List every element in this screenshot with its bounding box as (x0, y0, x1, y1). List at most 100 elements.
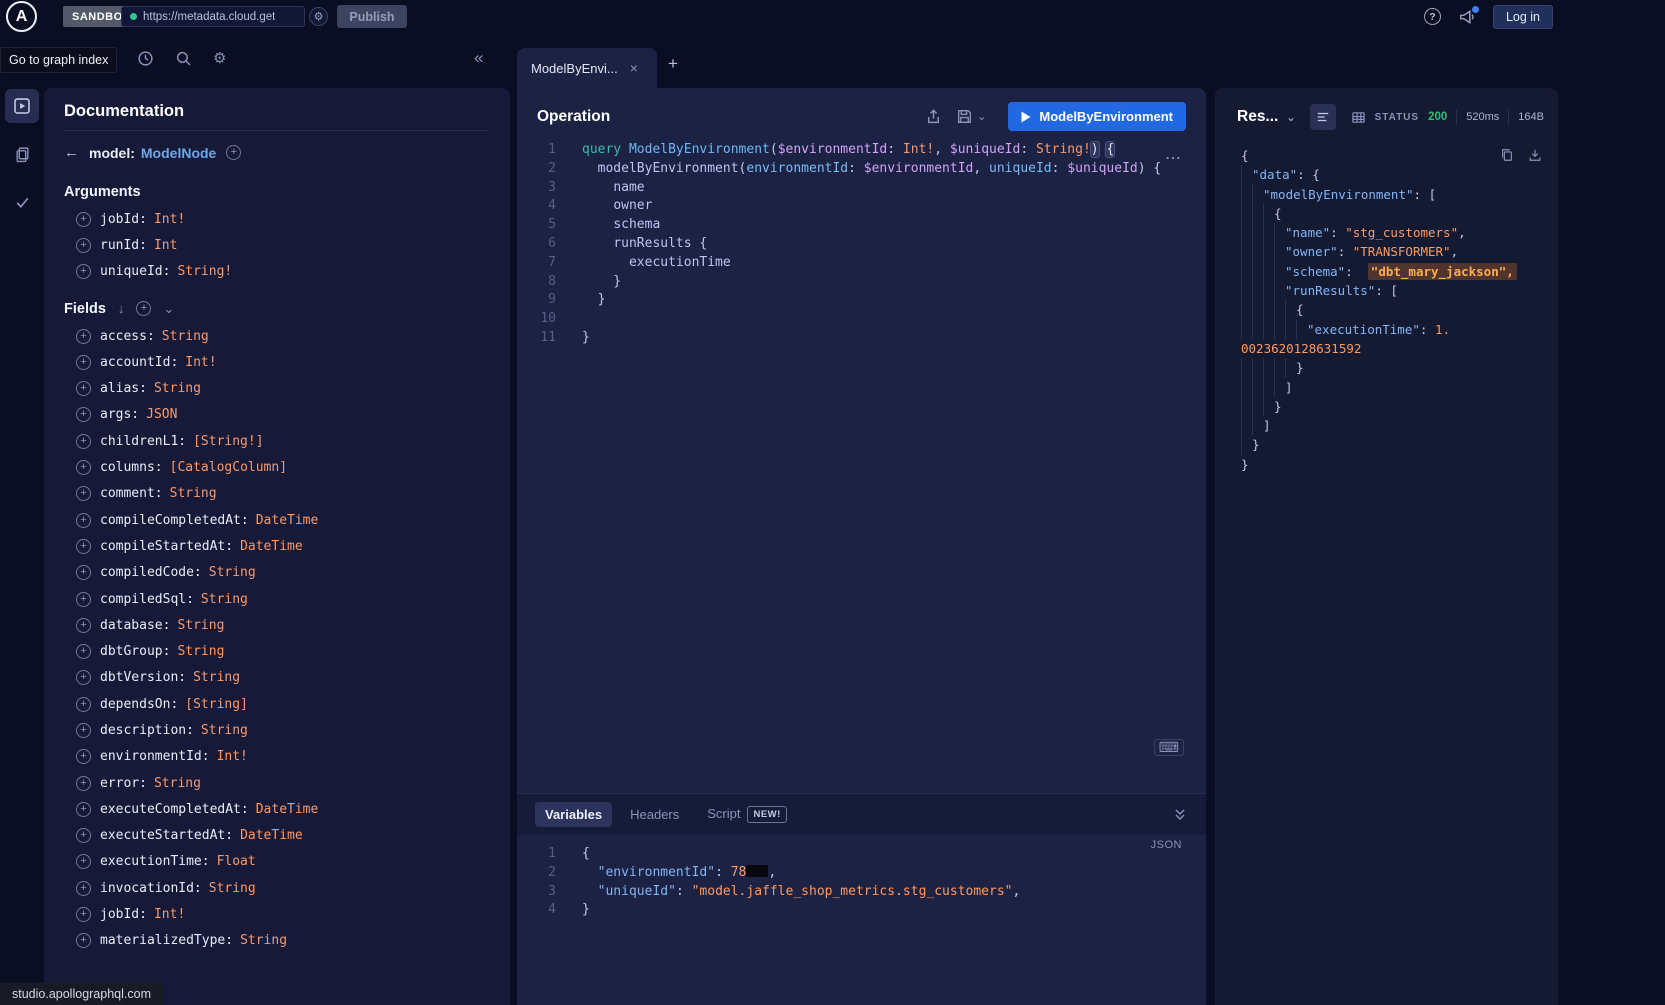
field-type-link[interactable]: Int! (154, 907, 185, 922)
field-type-link[interactable]: DateTime (240, 828, 303, 843)
copy-response-icon[interactable] (1500, 148, 1514, 162)
add-to-query-button[interactable]: + (76, 670, 91, 685)
doc-field-row[interactable]: +alias:String (64, 375, 488, 401)
breadcrumb-type-link[interactable]: ModelNode (141, 145, 216, 161)
doc-field-row[interactable]: +compiledCode:String (64, 560, 488, 586)
field-type-link[interactable]: Int! (217, 749, 248, 764)
add-to-query-button[interactable]: + (76, 212, 91, 227)
field-type-link[interactable]: Float (217, 854, 256, 869)
save-icon[interactable] (956, 108, 973, 125)
add-to-query-button[interactable]: + (76, 264, 91, 279)
download-response-icon[interactable] (1528, 148, 1542, 162)
overflow-menu-icon[interactable]: ⋯ (1165, 148, 1182, 168)
history-icon[interactable] (137, 50, 154, 67)
add-type-button[interactable]: + (226, 145, 241, 160)
response-dropdown[interactable]: Res... ⌄ (1237, 108, 1296, 126)
field-type-link[interactable]: String (240, 933, 287, 948)
endpoint-settings-button[interactable]: ⚙ (309, 7, 328, 26)
field-type-link[interactable]: String (201, 723, 248, 738)
add-to-query-button[interactable]: + (76, 513, 91, 528)
field-type-link[interactable]: Int! (154, 212, 185, 227)
add-to-query-button[interactable]: + (76, 238, 91, 253)
doc-field-row[interactable]: +executeStartedAt:DateTime (64, 823, 488, 849)
add-to-query-button[interactable]: + (76, 460, 91, 475)
fields-chevron-icon[interactable]: ⌄ (163, 301, 174, 317)
add-to-query-button[interactable]: + (76, 381, 91, 396)
collapse-docs-button[interactable]: « (474, 48, 483, 68)
field-type-link[interactable]: String (201, 592, 248, 607)
doc-field-row[interactable]: +compiledSql:String (64, 586, 488, 612)
field-type-link[interactable]: String (170, 486, 217, 501)
endpoint-url-input[interactable]: https://metadata.cloud.get (121, 6, 305, 27)
add-to-query-button[interactable]: + (76, 776, 91, 791)
field-type-link[interactable]: String (193, 670, 240, 685)
add-to-query-button[interactable]: + (76, 592, 91, 607)
close-tab-icon[interactable]: × (630, 60, 638, 76)
add-to-query-button[interactable]: + (76, 644, 91, 659)
save-chevron-icon[interactable]: ⌄ (977, 110, 986, 123)
field-type-link[interactable]: [CatalogColumn] (170, 460, 287, 475)
field-type-link[interactable]: String (177, 618, 224, 633)
help-icon[interactable]: ? (1424, 8, 1441, 25)
operation-editor[interactable]: 1query ModelByEnvironment($environmentId… (517, 141, 1206, 348)
tab-variables[interactable]: Variables (535, 802, 612, 827)
add-to-query-button[interactable]: + (76, 723, 91, 738)
add-to-query-button[interactable]: + (76, 697, 91, 712)
doc-field-row[interactable]: +accountId:Int! (64, 349, 488, 375)
add-to-query-button[interactable]: + (76, 802, 91, 817)
doc-field-row[interactable]: +compileCompletedAt:DateTime (64, 507, 488, 533)
doc-field-row[interactable]: +dbtGroup:String (64, 638, 488, 664)
add-to-query-button[interactable]: + (76, 434, 91, 449)
field-type-link[interactable]: Int (154, 238, 177, 253)
doc-field-row[interactable]: +args:JSON (64, 402, 488, 428)
doc-field-row[interactable]: +jobId:Int! (64, 901, 488, 927)
field-type-link[interactable]: String (162, 329, 209, 344)
table-view-icon[interactable] (1346, 104, 1372, 130)
doc-field-row[interactable]: +error:String (64, 770, 488, 796)
field-type-link[interactable]: String (177, 644, 224, 659)
schema-nav-icon[interactable] (5, 137, 39, 171)
add-to-query-button[interactable]: + (76, 565, 91, 580)
doc-field-row[interactable]: +dependsOn:[String] (64, 691, 488, 717)
doc-field-row[interactable]: +runId:Int (64, 232, 488, 258)
doc-field-row[interactable]: +database:String (64, 612, 488, 638)
field-type-link[interactable]: String (209, 565, 256, 580)
field-type-link[interactable]: String! (177, 264, 232, 279)
collapse-variables-icon[interactable] (1172, 807, 1188, 823)
sort-fields-icon[interactable]: ↓ (118, 301, 125, 316)
doc-field-row[interactable]: +columns:[CatalogColumn] (64, 454, 488, 480)
add-to-query-button[interactable]: + (76, 907, 91, 922)
add-to-query-button[interactable]: + (76, 407, 91, 422)
field-type-link[interactable]: [String!] (193, 434, 263, 449)
add-to-query-button[interactable]: + (76, 486, 91, 501)
run-operation-button[interactable]: ModelByEnvironment (1008, 102, 1186, 131)
doc-field-row[interactable]: +environmentId:Int! (64, 744, 488, 770)
field-type-link[interactable]: String (154, 381, 201, 396)
doc-field-row[interactable]: +jobId:Int! (64, 206, 488, 232)
add-to-query-button[interactable]: + (76, 881, 91, 896)
new-tab-button[interactable]: + (668, 54, 678, 74)
login-button[interactable]: Log in (1493, 5, 1553, 29)
keyboard-shortcuts-icon[interactable]: ⌨ (1154, 739, 1184, 756)
add-all-fields-button[interactable]: + (136, 301, 151, 316)
doc-field-row[interactable]: +comment:String (64, 481, 488, 507)
checklist-nav-icon[interactable] (5, 185, 39, 219)
field-type-link[interactable]: [String] (185, 697, 248, 712)
doc-field-row[interactable]: +compileStartedAt:DateTime (64, 533, 488, 559)
share-operation-icon[interactable] (925, 108, 942, 125)
variables-editor[interactable]: JSON 1{2 "environmentId": 78,3 "uniqueId… (517, 835, 1206, 1005)
announcements-icon[interactable] (1458, 8, 1476, 26)
add-to-query-button[interactable]: + (76, 828, 91, 843)
tab-script[interactable]: ScriptNEW! (697, 801, 797, 828)
add-to-query-button[interactable]: + (76, 618, 91, 633)
field-type-link[interactable]: JSON (146, 407, 177, 422)
field-type-link[interactable]: DateTime (240, 539, 303, 554)
doc-field-row[interactable]: +uniqueId:String! (64, 259, 488, 285)
doc-field-row[interactable]: +access:String (64, 323, 488, 349)
field-type-link[interactable]: String (209, 881, 256, 896)
doc-field-row[interactable]: +childrenL1:[String!] (64, 428, 488, 454)
publish-button[interactable]: Publish (337, 5, 407, 28)
field-type-link[interactable]: Int! (185, 355, 216, 370)
field-type-link[interactable]: DateTime (256, 513, 319, 528)
add-to-query-button[interactable]: + (76, 329, 91, 344)
